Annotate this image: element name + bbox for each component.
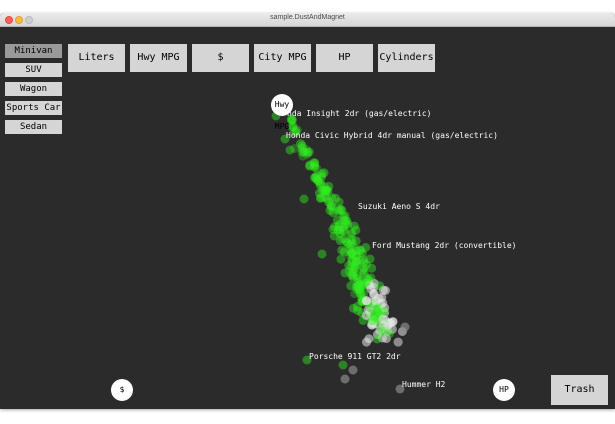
app-window: sample.DustAndMagnet Minivan SUV Wagon S…: [0, 13, 615, 409]
preset-minivan-button[interactable]: Minivan: [5, 44, 62, 58]
dust-particle[interactable]: [348, 365, 358, 375]
dust-particle[interactable]: [362, 259, 371, 269]
trash-button[interactable]: Trash: [551, 375, 608, 405]
dust-particle[interactable]: [356, 246, 366, 256]
dust-particle[interactable]: [338, 234, 348, 244]
car-label: Honda Civic Hybrid 4dr manual (gas/elect…: [286, 131, 498, 140]
dust-particle[interactable]: [342, 216, 352, 226]
dimension-price-button[interactable]: $: [192, 44, 249, 72]
dust-particle[interactable]: [285, 145, 295, 155]
dust-particle[interactable]: [377, 326, 387, 335]
dust-field: [271, 111, 410, 394]
dust-particle[interactable]: [329, 231, 339, 241]
dust-particle[interactable]: [366, 273, 376, 283]
preset-suv-button[interactable]: SUV: [5, 63, 62, 77]
dust-magnet-canvas[interactable]: Minivan SUV Wagon Sports Car Sedan Liter…: [0, 27, 615, 409]
preset-wagon-button[interactable]: Wagon: [5, 82, 62, 96]
preset-sports-car-button[interactable]: Sports Car: [5, 101, 62, 115]
dust-particle[interactable]: [309, 158, 319, 168]
dust-particle[interactable]: [322, 194, 332, 204]
title-bar: sample.DustAndMagnet: [0, 13, 615, 27]
preset-sedan-button[interactable]: Sedan: [5, 120, 62, 134]
dust-particle[interactable]: [347, 255, 357, 264]
dust-particle[interactable]: [393, 337, 403, 347]
car-label: Porsche 911 GT2 2dr: [309, 352, 401, 361]
dust-particle[interactable]: [302, 149, 312, 159]
dust-particle[interactable]: [338, 360, 348, 370]
dust-particle[interactable]: [372, 334, 382, 344]
dust-particle[interactable]: [311, 172, 320, 182]
magnet-price[interactable]: $: [111, 379, 133, 401]
dust-particle[interactable]: [340, 374, 350, 384]
dust-particle[interactable]: [348, 266, 358, 276]
window-title: sample.DustAndMagnet: [270, 14, 345, 21]
car-label: Suzuki Aeno S 4dr: [358, 202, 440, 211]
dust-particle[interactable]: [358, 280, 368, 290]
dust-particle[interactable]: [299, 194, 309, 204]
dust-particle[interactable]: [317, 249, 327, 259]
dust-particle[interactable]: [364, 334, 374, 344]
dimension-liters-button[interactable]: Liters: [68, 44, 125, 72]
dust-particle[interactable]: [336, 254, 346, 264]
dust-particle[interactable]: [400, 322, 410, 332]
car-label: Hummer H2: [402, 380, 446, 389]
dimension-hwy-mpg-button[interactable]: Hwy MPG: [130, 44, 187, 72]
dimension-cylinders-button[interactable]: Cylinders: [378, 44, 435, 72]
car-label: nda Insight 2dr (gas/electric): [287, 109, 432, 118]
dimension-hp-button[interactable]: HP: [316, 44, 373, 72]
magnet-hwy-mpg[interactable]: Hwy MPG: [271, 94, 293, 131]
dust-particle[interactable]: [337, 205, 347, 215]
dust-particle[interactable]: [315, 180, 325, 190]
dust-particle[interactable]: [369, 289, 379, 298]
dust-particle[interactable]: [385, 328, 394, 338]
car-label: Ford Mustang 2dr (convertible): [372, 241, 517, 250]
dust-particle[interactable]: [378, 314, 388, 324]
magnet-hp[interactable]: HP: [493, 379, 515, 401]
dust-particle[interactable]: [356, 290, 366, 299]
dimension-city-mpg-button[interactable]: City MPG: [254, 44, 311, 72]
